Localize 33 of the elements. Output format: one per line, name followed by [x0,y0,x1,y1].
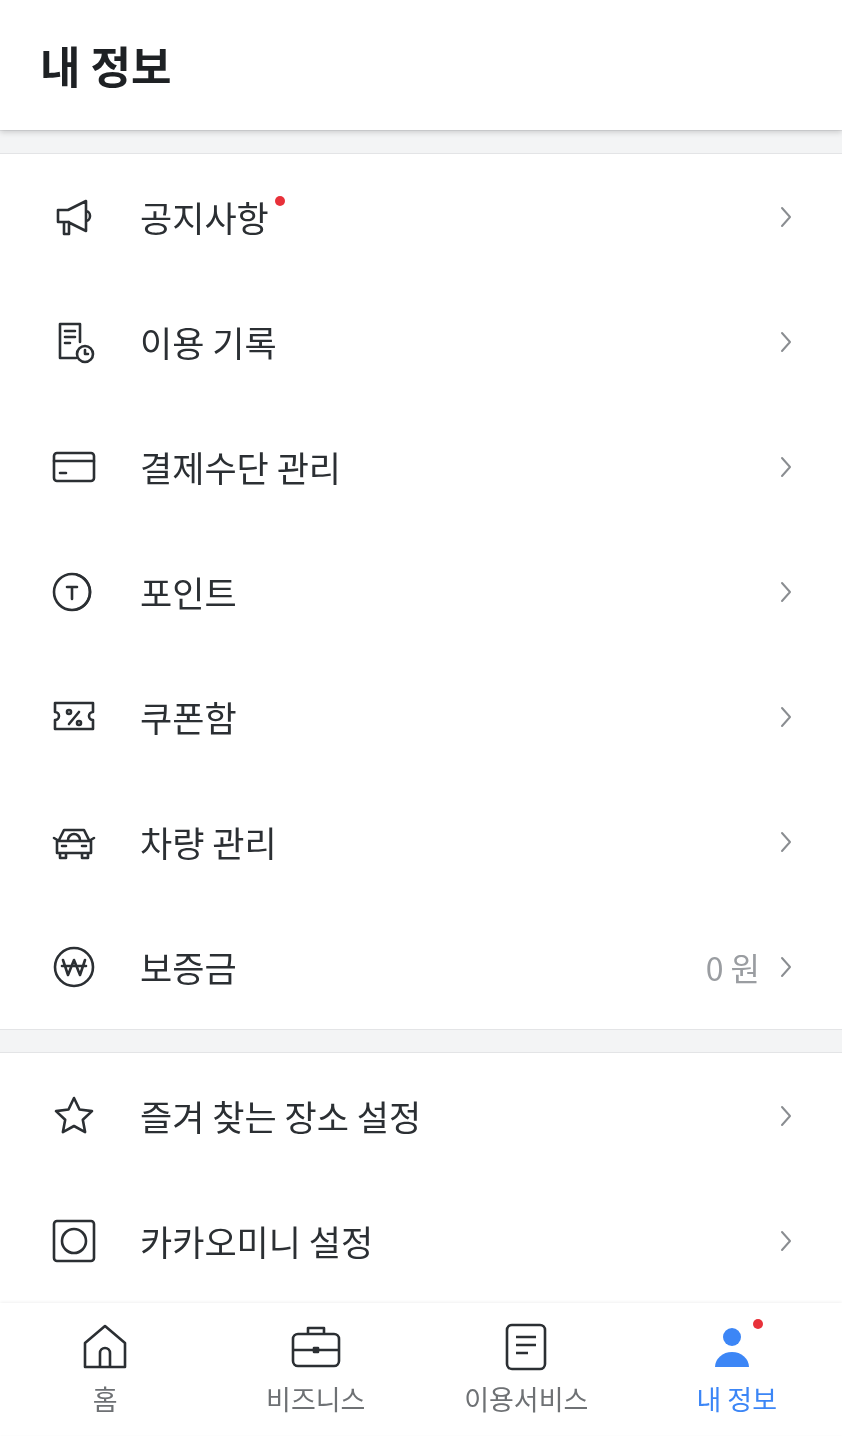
menu-label: 카카오미니 설정 [140,1215,374,1266]
chevron-right-icon [780,1104,792,1127]
menu-label: 공지사항 [140,191,269,242]
menu-label: 즐겨 찾는 장소 설정 [140,1090,422,1141]
menu-label: 이용 기록 [140,316,277,367]
chevron-right-icon [780,830,792,853]
menu-item[interactable]: 공지사항 [0,154,842,279]
menu-item[interactable]: 보증금 0 원 [0,904,842,1029]
chevron-right-icon [780,705,792,728]
menu-label: 쿠폰함 [140,691,237,742]
chevron-right-icon [780,580,792,603]
menu-label: 결제수단 관리 [140,441,342,492]
menu-label: 보증금 [140,941,237,992]
menu-item[interactable]: 카카오미니 설정 [0,1178,842,1303]
chevron-right-icon [780,330,792,353]
tab[interactable]: 이용서비스 [421,1303,632,1435]
chevron-right-icon [780,455,792,478]
menu-label: 차량 관리 [140,816,277,867]
page-title: 내 정보 [40,33,172,97]
chevron-right-icon [780,1229,792,1252]
chevron-right-icon [780,955,792,978]
deposit-amount: 0 원 [705,943,760,990]
menu-item[interactable]: 결제수단 관리 [0,404,842,529]
menu-item[interactable]: 쿠폰함 [0,654,842,779]
chevron-right-icon [780,205,792,228]
tab[interactable]: 내 정보 [631,1303,842,1435]
menu-item[interactable]: 포인트 [0,529,842,654]
menu-item[interactable]: 이용 기록 [0,279,842,404]
menu-item[interactable]: 차량 관리 [0,779,842,904]
menu-item[interactable]: 즐겨 찾는 장소 설정 [0,1053,842,1178]
tab[interactable]: 비즈니스 [210,1303,421,1435]
tab[interactable]: 홈 [0,1303,211,1435]
menu-label: 포인트 [140,566,237,617]
